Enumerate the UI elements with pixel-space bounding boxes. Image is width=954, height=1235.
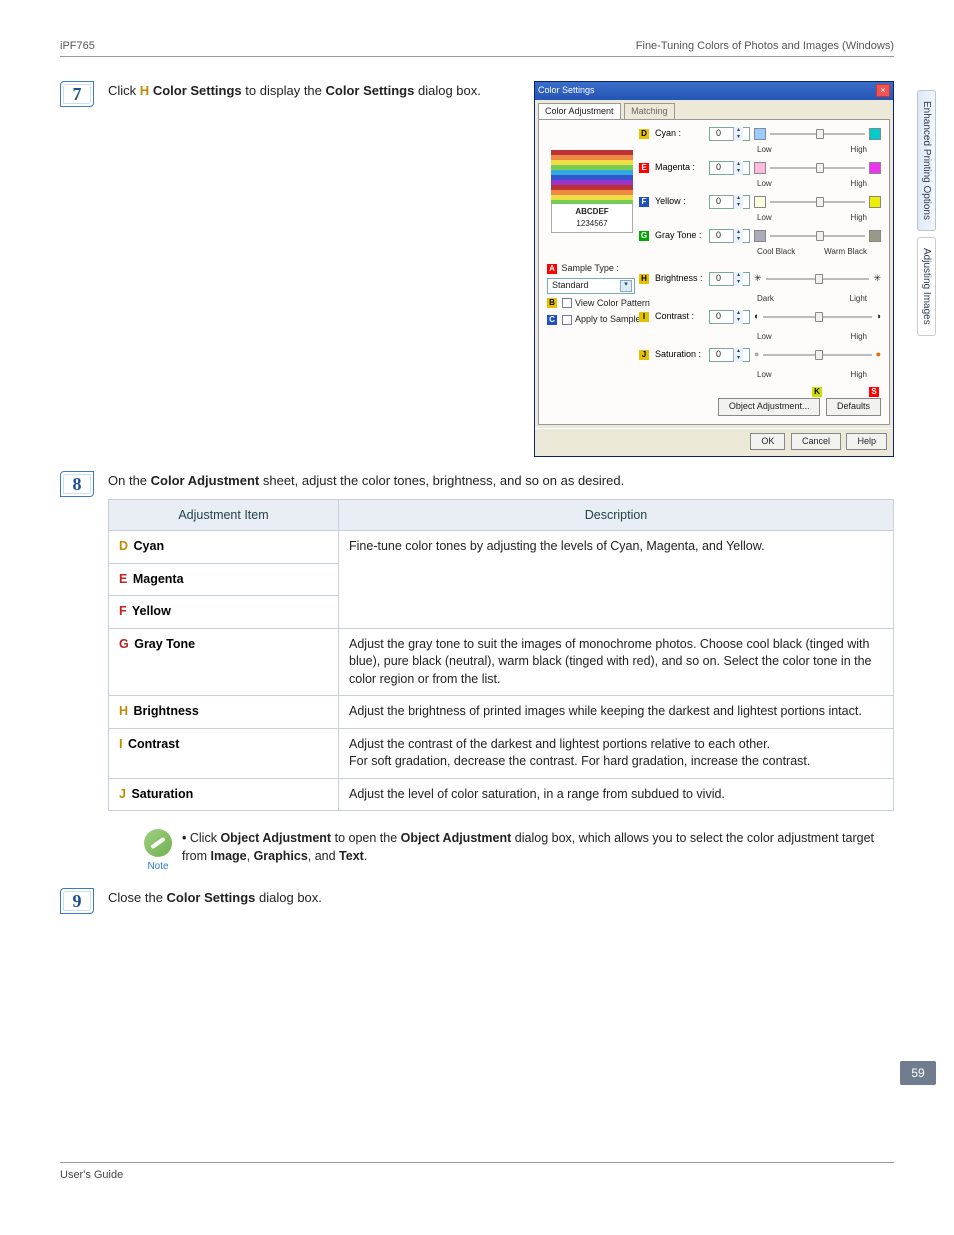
label-brightness: Brightness : — [655, 272, 705, 286]
marker-g: G — [639, 231, 649, 241]
ref-h: H — [140, 83, 149, 98]
side-tab-adjusting[interactable]: Adjusting Images — [917, 237, 936, 336]
marker-b: B — [547, 298, 557, 308]
tab-matching[interactable]: Matching — [624, 103, 675, 120]
apply-sample-label: Apply to Sample — [575, 313, 641, 327]
step9-text: Close the Color Settings dialog box. — [108, 888, 894, 908]
yellow-slider[interactable] — [770, 201, 865, 203]
cyan-low-icon — [754, 128, 766, 140]
sun-bright-icon: ✳ — [873, 272, 881, 286]
marker-h: H — [639, 274, 649, 284]
contrast-high-icon: ◑ — [876, 310, 881, 324]
sample-type-label: Sample Type : — [562, 263, 619, 273]
marker-c: C — [547, 315, 557, 325]
marker-d: D — [639, 129, 649, 139]
col-item: Adjustment Item — [109, 499, 339, 531]
label-gray: Gray Tone : — [655, 229, 705, 243]
magenta-spin[interactable]: 0▴▾ — [709, 161, 750, 175]
mag-high-icon — [869, 162, 881, 174]
marker-f: F — [639, 197, 649, 207]
sample-preview: ABCDEF1234567 — [551, 150, 633, 233]
sat-low-icon: ● — [754, 348, 759, 362]
view-pattern-label: View Color Pattern — [575, 297, 650, 311]
yel-high-icon — [869, 196, 881, 208]
mag-low-icon — [754, 162, 766, 174]
step7-text: Click H Color Settings to display the Co… — [108, 83, 481, 98]
doc-section: Fine-Tuning Colors of Photos and Images … — [636, 40, 894, 52]
saturation-spin[interactable]: 0▴▾ — [709, 348, 750, 362]
col-desc: Description — [339, 499, 894, 531]
table-row: D Cyan Fine-tune color tones by adjustin… — [109, 531, 894, 564]
label-yellow: Yellow : — [655, 195, 705, 209]
marker-k: K — [812, 387, 822, 397]
doc-model: iPF765 — [60, 40, 95, 52]
table-row: H Brightness Adjust the brightness of pr… — [109, 696, 894, 729]
help-button[interactable]: Help — [846, 433, 887, 451]
label-contrast: Contrast : — [655, 310, 705, 324]
view-pattern-checkbox[interactable] — [562, 298, 572, 308]
cancel-button[interactable]: Cancel — [791, 433, 841, 451]
color-settings-dialog: Color Settings × Color Adjustment Matchi… — [534, 81, 894, 457]
marker-e: E — [639, 163, 649, 173]
step8-text: On the Color Adjustment sheet, adjust th… — [108, 473, 624, 488]
side-tab-enhanced[interactable]: Enhanced Printing Options — [917, 90, 936, 231]
chevron-down-icon: ▾ — [620, 280, 632, 292]
gray-high-icon — [869, 230, 881, 242]
defaults-button[interactable]: Defaults — [826, 398, 881, 416]
contrast-slider[interactable] — [763, 316, 871, 318]
object-adjustment-button[interactable]: Object Adjustment... — [718, 398, 821, 416]
sat-high-icon: ● — [876, 348, 881, 362]
adjustment-table: Adjustment Item Description D Cyan Fine-… — [108, 499, 894, 812]
page-number: 59 — [900, 1061, 936, 1085]
marker-s: S — [869, 387, 879, 397]
label-magenta: Magenta : — [655, 161, 705, 175]
ok-button[interactable]: OK — [750, 433, 785, 451]
table-row: J Saturation Adjust the level of color s… — [109, 778, 894, 811]
yel-low-icon — [754, 196, 766, 208]
label-cyan: Cyan : — [655, 127, 705, 141]
dialog-title: Color Settings — [538, 84, 595, 98]
marker-a: A — [547, 264, 557, 274]
gray-spin[interactable]: 0▴▾ — [709, 229, 750, 243]
apply-sample-checkbox[interactable] — [562, 315, 572, 325]
brightness-slider[interactable] — [766, 278, 870, 280]
tab-color-adjustment[interactable]: Color Adjustment — [538, 103, 621, 120]
table-row: I Contrast Adjust the contrast of the da… — [109, 728, 894, 778]
footer-text: User's Guide — [60, 1162, 894, 1181]
table-row: G Gray Tone Adjust the gray tone to suit… — [109, 628, 894, 696]
note-icon: Note — [144, 829, 172, 874]
color-settings-link: Color Settings — [153, 83, 242, 98]
cyan-spin[interactable]: 0▴▾ — [709, 127, 750, 141]
note-text: Click Object Adjustment to open the Obje… — [182, 829, 894, 874]
yellow-spin[interactable]: 0▴▾ — [709, 195, 750, 209]
marker-i: I — [639, 312, 649, 322]
contrast-low-icon: ◐ — [754, 310, 759, 324]
marker-j: J — [639, 350, 649, 360]
step-9-badge: 9 — [60, 888, 94, 914]
cyan-high-icon — [869, 128, 881, 140]
sample-type-select[interactable]: Standard▾ — [547, 278, 635, 294]
gray-low-icon — [754, 230, 766, 242]
saturation-slider[interactable] — [763, 354, 871, 356]
step-8-badge: 8 — [60, 471, 94, 497]
cyan-slider[interactable] — [770, 133, 865, 135]
contrast-spin[interactable]: 0▴▾ — [709, 310, 750, 324]
gray-slider[interactable] — [770, 235, 865, 237]
close-icon[interactable]: × — [876, 84, 890, 97]
brightness-spin[interactable]: 0▴▾ — [709, 272, 750, 286]
step-7-badge: 7 — [60, 81, 94, 107]
magenta-slider[interactable] — [770, 167, 865, 169]
sun-dim-icon: ✳ — [754, 272, 762, 286]
label-saturation: Saturation : — [655, 348, 705, 362]
